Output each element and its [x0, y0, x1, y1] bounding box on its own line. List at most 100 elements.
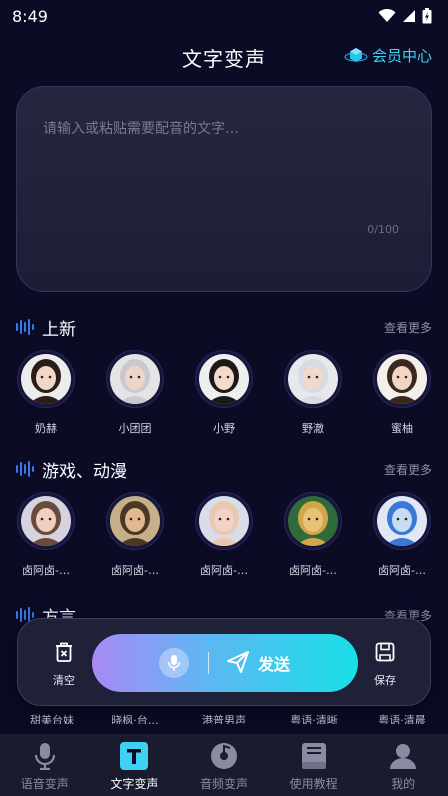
dialect-voice-names: 甜美台妹 晓枫·台… 港普男声 粤语·清晰 粤语·清晨	[0, 708, 448, 728]
voice-item[interactable]: 卤阿卤-…	[189, 492, 259, 578]
signal-icon	[403, 10, 415, 22]
portrait-icon	[207, 501, 241, 546]
action-bar: 清空 发送 保存	[17, 618, 431, 706]
portrait-icon	[207, 359, 241, 404]
voice-input-button[interactable]	[159, 648, 189, 678]
voice-name: 小野	[213, 422, 235, 435]
portrait-icon	[296, 501, 330, 546]
portrait-icon	[296, 359, 330, 404]
voice-item[interactable]: 小野	[189, 350, 259, 436]
voice-name: 卤阿卤-…	[378, 564, 426, 577]
voice-item[interactable]: 卤阿卤-…	[278, 492, 348, 578]
sound-wave-icon	[16, 319, 34, 335]
tab-label: 使用教程	[289, 777, 338, 791]
clear-button[interactable]: 清空	[39, 641, 89, 688]
paper-plane-icon	[227, 651, 249, 673]
voice-row: 卤阿卤-… 卤阿卤-… 卤阿卤-… 卤阿卤-… 卤阿卤-…	[0, 482, 448, 592]
voice-item[interactable]: 野澈	[278, 350, 348, 436]
voice-name[interactable]: 港普男声	[189, 712, 259, 724]
voice-row: 奶赫 小团团 小野 野澈 蜜柚	[0, 340, 448, 450]
voice-name: 卤阿卤-…	[111, 564, 159, 577]
voice-item[interactable]: 小团团	[100, 350, 170, 436]
text-editor-card: 0/100	[16, 86, 432, 292]
avatar-ring	[284, 350, 342, 408]
save-label: 保存	[374, 674, 396, 687]
section-new: 上新 查看更多 奶赫 小团团 小野 野澈 蜜柚	[0, 314, 448, 450]
trash-icon	[56, 642, 72, 662]
voice-item[interactable]: 卤阿卤-…	[100, 492, 170, 578]
avatar	[199, 354, 249, 404]
text-icon	[120, 742, 149, 770]
tab-voice-changer[interactable]: 语音变声	[0, 734, 90, 796]
voice-item[interactable]: 卤阿卤-…	[367, 492, 437, 578]
view-more-link[interactable]: 查看更多	[384, 461, 432, 478]
tab-audio-voice[interactable]: 音频变声	[179, 734, 269, 796]
voice-item[interactable]: 奶赫	[11, 350, 81, 436]
voice-name: 卤阿卤-…	[22, 564, 70, 577]
tab-label: 音频变声	[199, 777, 248, 791]
portrait-icon	[385, 501, 419, 546]
tab-tutorial[interactable]: 使用教程	[269, 734, 359, 796]
tab-label: 我的	[391, 777, 416, 791]
avatar	[288, 496, 338, 546]
avatar-ring	[106, 350, 164, 408]
voice-name[interactable]: 粤语·清晨	[367, 712, 437, 724]
voice-name[interactable]: 甜美台妹	[17, 712, 87, 724]
view-more-link[interactable]: 查看更多	[384, 319, 432, 336]
avatar	[288, 354, 338, 404]
audio-disc-icon	[210, 743, 237, 769]
clear-label: 清空	[53, 674, 75, 687]
bottom-tab-bar: 语音变声 文字变声 音频变声 使用教程 我的	[0, 734, 448, 796]
char-count: 0/100	[367, 223, 399, 236]
tab-profile[interactable]: 我的	[358, 734, 448, 796]
wifi-icon	[378, 9, 396, 22]
save-button[interactable]: 保存	[360, 641, 410, 688]
avatar-ring	[284, 492, 342, 550]
portrait-icon	[29, 501, 63, 546]
avatar-ring	[17, 350, 75, 408]
voice-name: 蜜柚	[391, 422, 413, 435]
section-header: 上新 查看更多	[0, 314, 448, 340]
vip-center-link[interactable]: 会员中心	[344, 45, 432, 66]
avatar	[377, 496, 427, 546]
send-label: 发送	[258, 655, 291, 674]
tab-text-voice[interactable]: 文字变声	[90, 734, 180, 796]
voice-item[interactable]: 蜜柚	[367, 350, 437, 436]
avatar-ring	[195, 492, 253, 550]
send-divider	[208, 652, 209, 674]
battery-icon	[422, 8, 432, 24]
voice-name[interactable]: 晓枫·台…	[100, 712, 170, 724]
section-game-anime: 游戏、动漫 查看更多 卤阿卤-… 卤阿卤-… 卤阿卤-… 卤阿卤-… 卤阿卤-…	[0, 456, 448, 592]
avatar	[21, 354, 71, 404]
avatar	[110, 354, 160, 404]
voice-name[interactable]: 粤语·清晰	[279, 712, 349, 724]
avatar	[110, 496, 160, 546]
avatar	[21, 496, 71, 546]
text-input[interactable]	[43, 121, 411, 137]
voice-item[interactable]: 卤阿卤-…	[11, 492, 81, 578]
avatar-ring	[195, 350, 253, 408]
voice-name: 卤阿卤-…	[200, 564, 248, 577]
vip-center-label: 会员中心	[371, 47, 432, 65]
portrait-icon	[118, 359, 152, 404]
avatar-ring	[17, 492, 75, 550]
voice-name: 奶赫	[35, 422, 57, 435]
status-icons	[378, 8, 432, 24]
header: 文字变声 会员中心	[0, 36, 448, 78]
avatar	[377, 354, 427, 404]
voice-name: 野澈	[302, 422, 324, 435]
voice-name: 小团团	[118, 422, 152, 435]
book-icon	[301, 743, 326, 769]
tab-label: 语音变声	[20, 777, 69, 791]
send-button[interactable]: 发送	[92, 634, 358, 692]
tab-label: 文字变声	[110, 777, 159, 791]
portrait-icon	[385, 359, 419, 404]
page-title: 文字变声	[182, 46, 266, 71]
sound-wave-icon	[16, 461, 34, 477]
microphone-icon	[167, 655, 181, 671]
portrait-icon	[118, 501, 152, 546]
avatar-ring	[373, 350, 431, 408]
section-title: 游戏、动漫	[42, 461, 127, 482]
portrait-icon	[29, 359, 63, 404]
vip-cube-icon	[344, 47, 368, 62]
